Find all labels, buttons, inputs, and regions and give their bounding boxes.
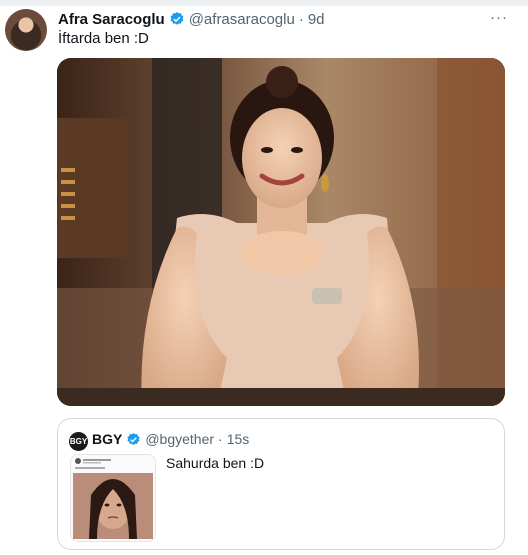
separator-dot: · xyxy=(218,431,223,447)
tweet-photo[interactable] xyxy=(57,58,505,406)
quote-timestamp[interactable]: 15s xyxy=(227,431,250,447)
quote-text: Sahurda ben :D xyxy=(166,455,265,471)
thumbnail-illustration xyxy=(71,455,155,541)
verified-badge-icon xyxy=(170,12,184,25)
quote-handle[interactable]: @bgyether xyxy=(145,431,214,447)
quote-avatar[interactable]: BGY xyxy=(69,432,88,451)
photo-illustration xyxy=(57,58,505,406)
profile-avatar[interactable] xyxy=(5,9,47,51)
separator-dot: · xyxy=(298,10,304,28)
quote-header: BGY @bgyether · 15s xyxy=(92,431,249,447)
tweet-text: İftarda ben :D xyxy=(58,30,149,47)
more-options-icon[interactable]: ··· xyxy=(490,9,508,26)
display-name[interactable]: Afra Saracoglu xyxy=(58,11,165,28)
timestamp[interactable]: 9d xyxy=(308,11,325,28)
verified-badge-icon xyxy=(127,432,140,445)
handle[interactable]: @afrasaracoglu xyxy=(189,11,295,28)
quote-media-thumbnail[interactable] xyxy=(70,454,156,542)
top-border xyxy=(0,0,528,6)
quote-display-name[interactable]: BGY xyxy=(92,431,122,447)
quoted-tweet[interactable]: BGY BGY @bgyether · 15s Sahurda ben :D xyxy=(57,418,505,550)
tweet-header: Afra Saracoglu @afrasaracoglu · 9d ··· xyxy=(58,9,516,29)
